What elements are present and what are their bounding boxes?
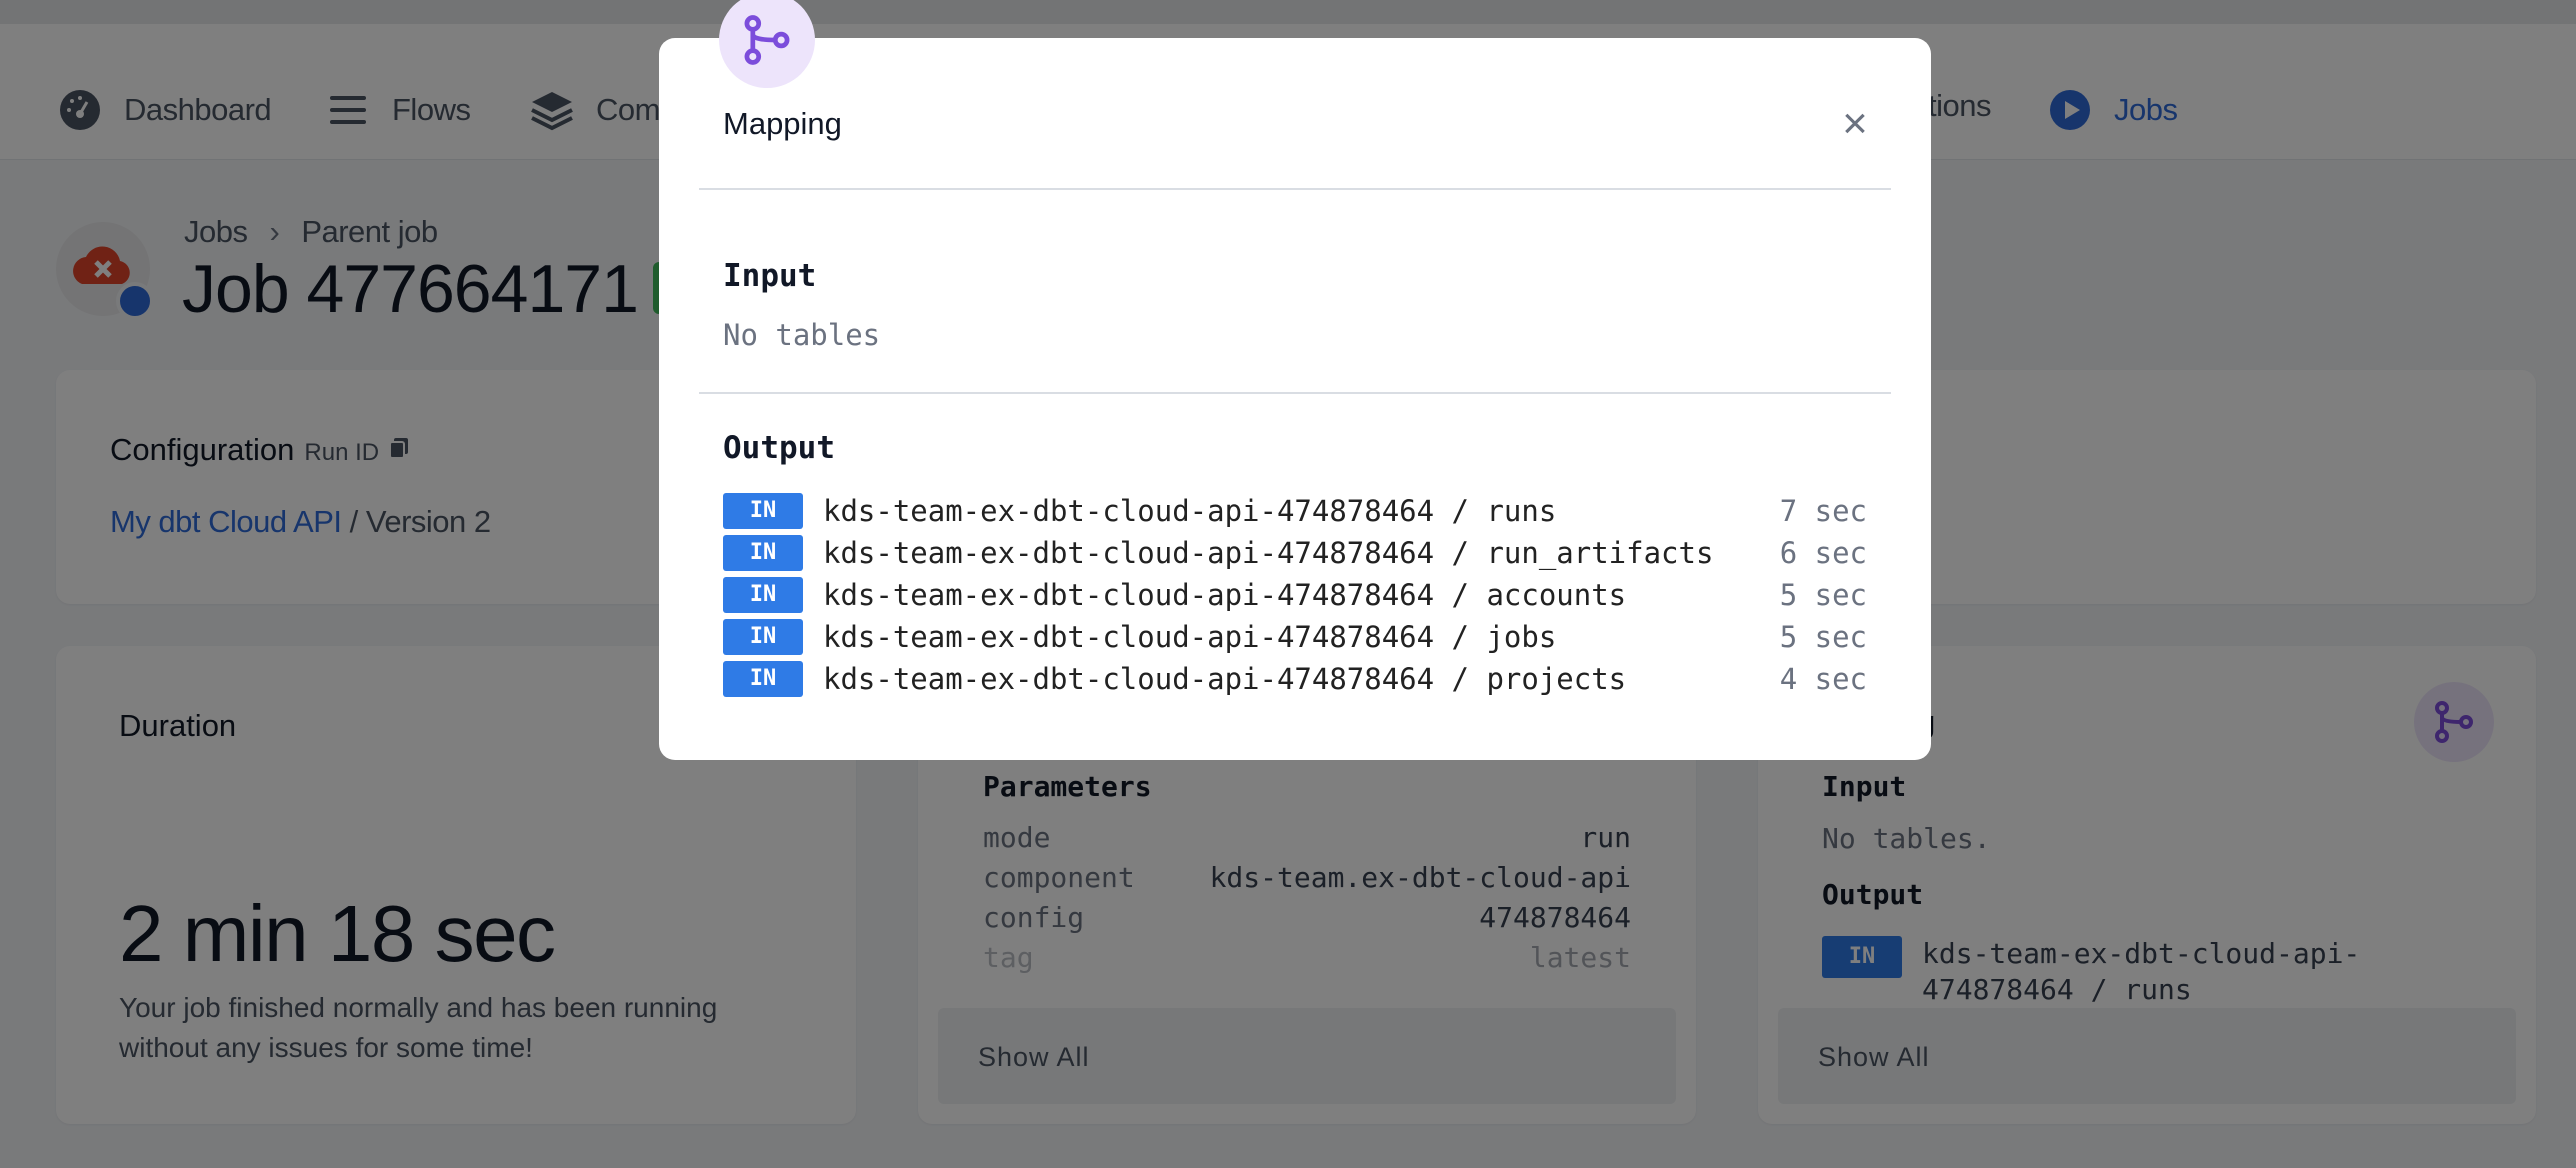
divider	[699, 188, 1891, 190]
output-row: IN kds-team-ex-dbt-cloud-api-474878464 /…	[723, 658, 1867, 700]
output-row: IN kds-team-ex-dbt-cloud-api-474878464 /…	[723, 574, 1867, 616]
mapping-branch-icon	[719, 0, 815, 88]
mapping-modal: Mapping × Input No tables Output IN kds-…	[659, 0, 1931, 760]
output-row: IN kds-team-ex-dbt-cloud-api-474878464 /…	[723, 490, 1867, 532]
output-duration: 6 sec	[1779, 536, 1867, 570]
in-tag: IN	[723, 577, 803, 613]
close-icon[interactable]: ×	[1835, 102, 1875, 146]
divider	[699, 392, 1891, 394]
output-table-name[interactable]: kds-team-ex-dbt-cloud-api-474878464 / ru…	[823, 536, 1780, 570]
output-table-name[interactable]: kds-team-ex-dbt-cloud-api-474878464 / ac…	[823, 578, 1780, 612]
output-duration: 5 sec	[1779, 620, 1867, 654]
input-section-title: Input	[723, 258, 817, 294]
output-table-name[interactable]: kds-team-ex-dbt-cloud-api-474878464 / ru…	[823, 494, 1780, 528]
in-tag: IN	[723, 493, 803, 529]
in-tag: IN	[723, 535, 803, 571]
output-section-title: Output	[723, 430, 835, 466]
output-row: IN kds-team-ex-dbt-cloud-api-474878464 /…	[723, 532, 1867, 574]
output-duration: 4 sec	[1779, 662, 1867, 696]
input-no-tables: No tables	[723, 318, 881, 352]
output-table-name[interactable]: kds-team-ex-dbt-cloud-api-474878464 / pr…	[823, 662, 1780, 696]
output-table-list: IN kds-team-ex-dbt-cloud-api-474878464 /…	[723, 490, 1867, 700]
in-tag: IN	[723, 619, 803, 655]
output-duration: 7 sec	[1779, 494, 1867, 528]
modal-title: Mapping	[723, 106, 842, 141]
output-row: IN kds-team-ex-dbt-cloud-api-474878464 /…	[723, 616, 1867, 658]
output-table-name[interactable]: kds-team-ex-dbt-cloud-api-474878464 / jo…	[823, 620, 1780, 654]
output-duration: 5 sec	[1779, 578, 1867, 612]
in-tag: IN	[723, 661, 803, 697]
